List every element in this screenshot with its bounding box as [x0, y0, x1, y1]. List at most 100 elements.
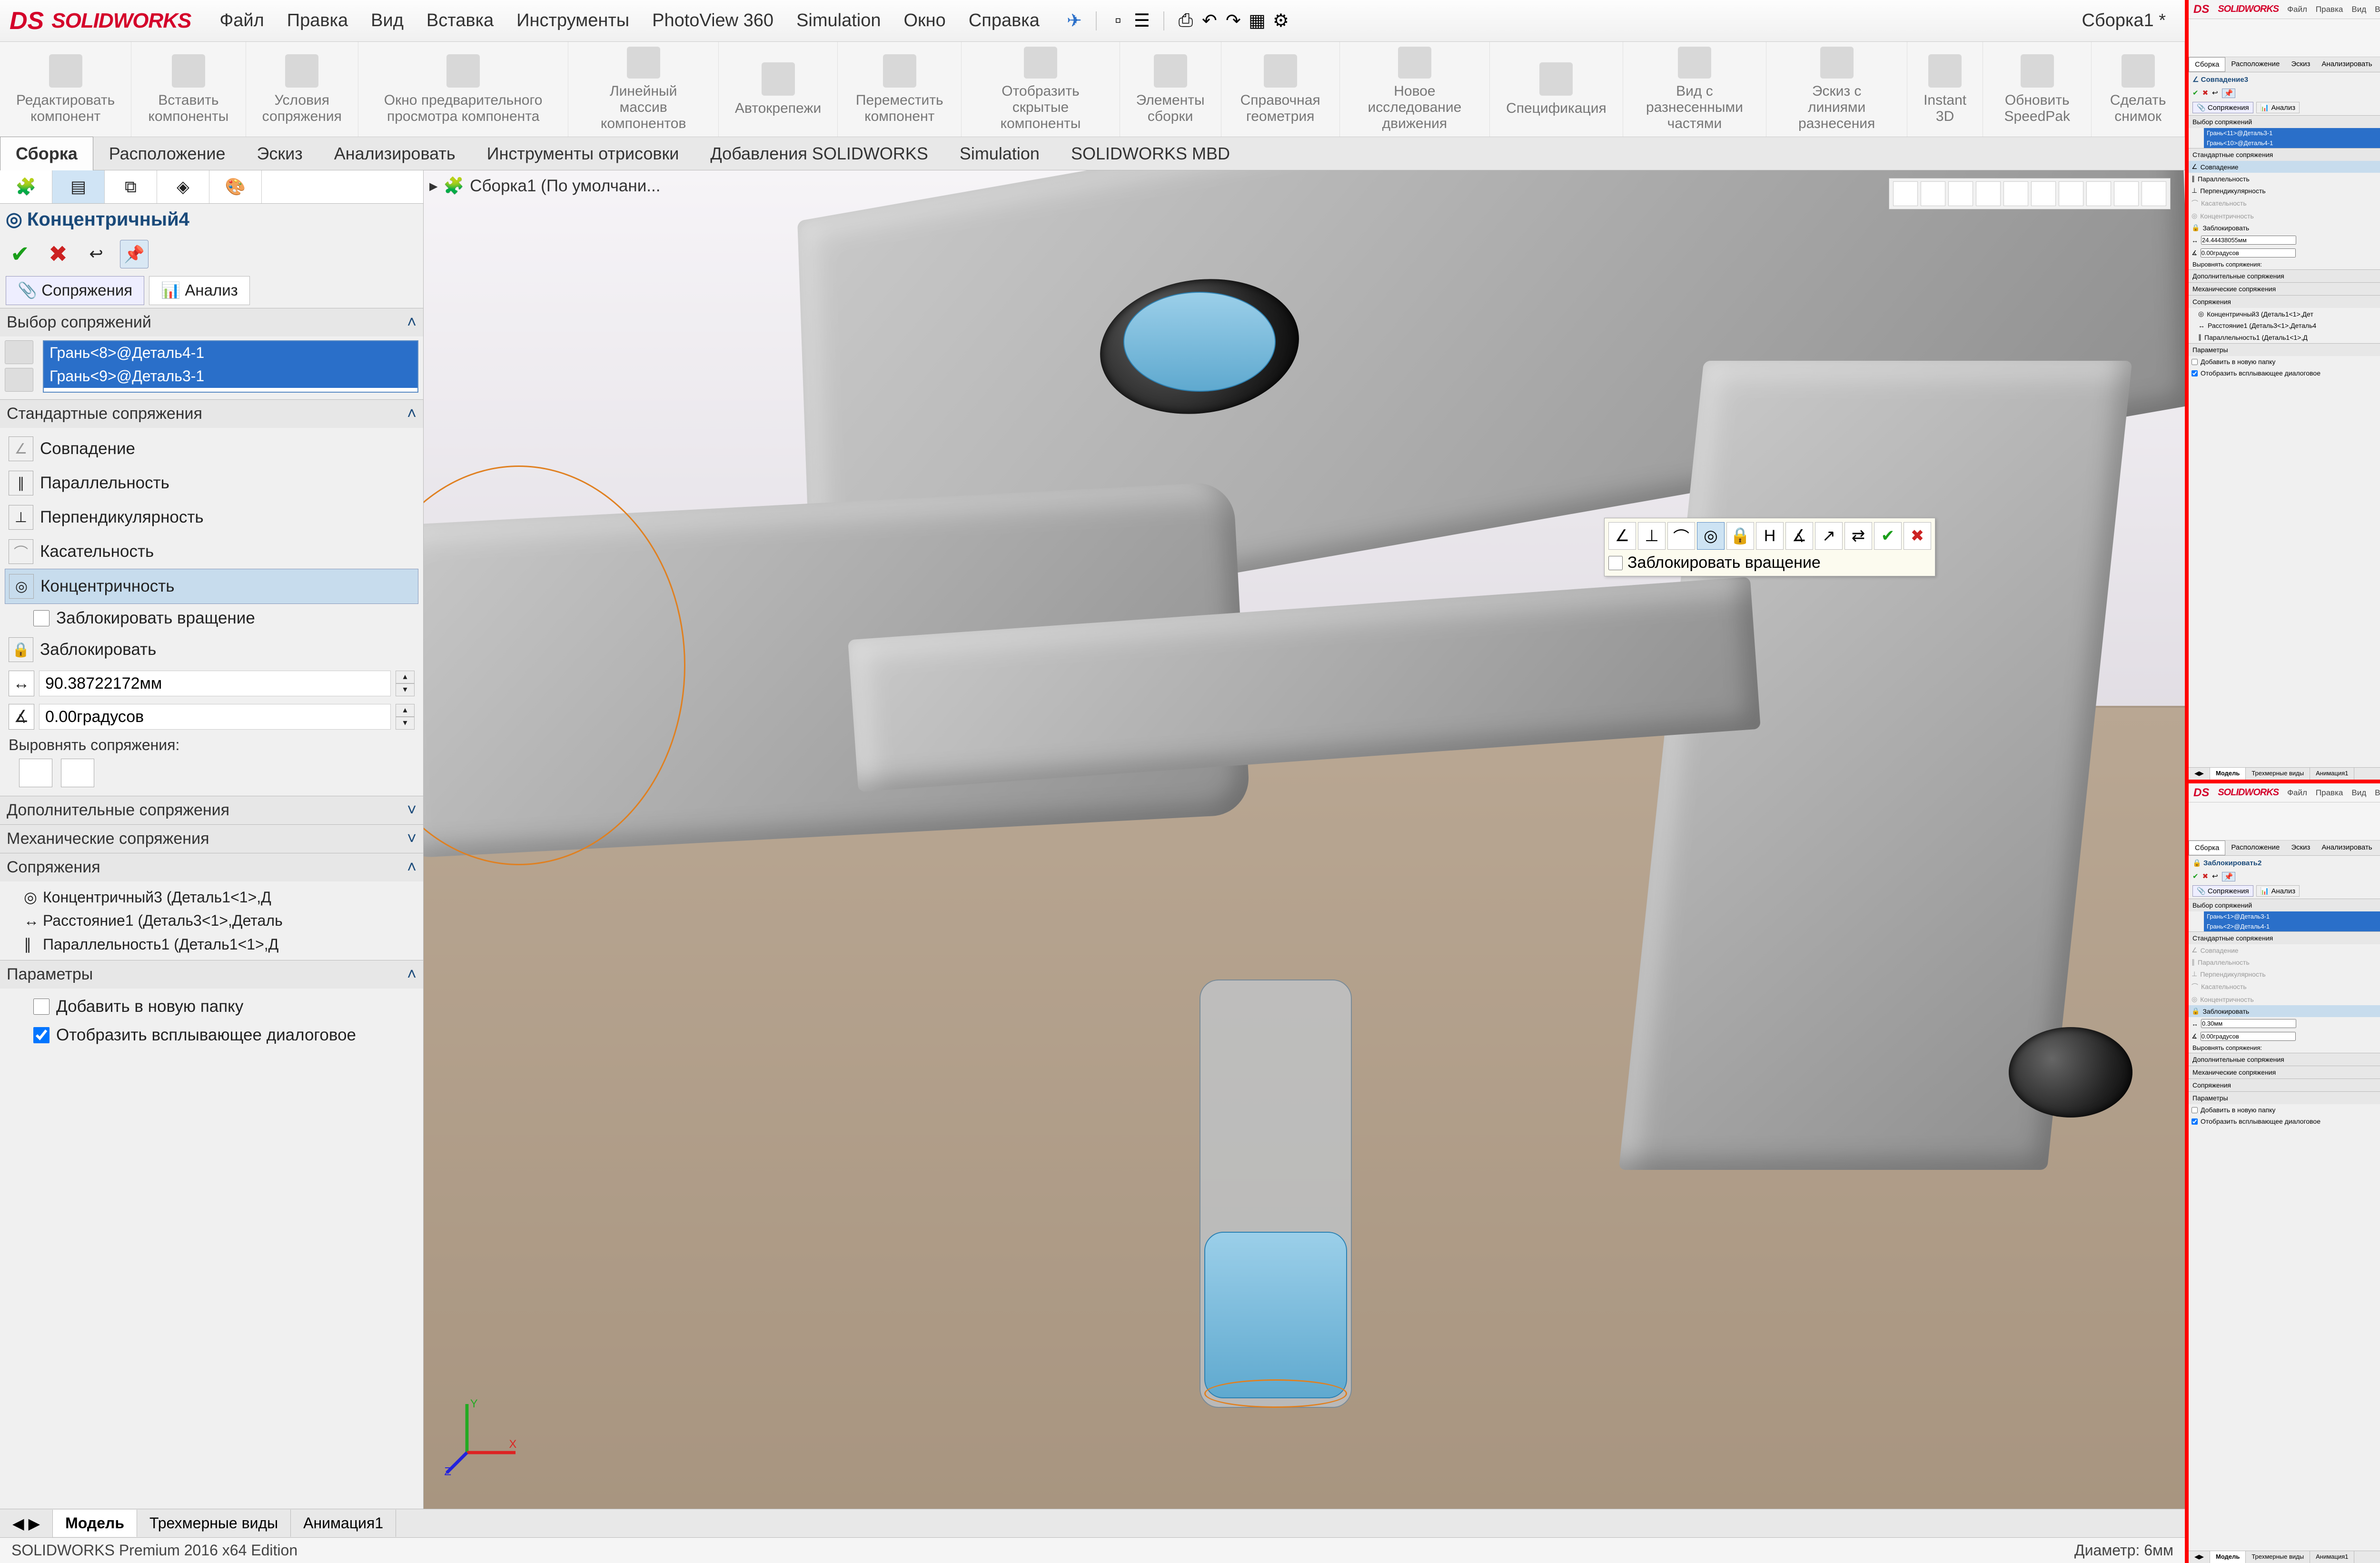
menu-view[interactable]: Вид — [371, 10, 404, 31]
pop-cancel-icon[interactable]: ✖ — [1904, 522, 1931, 550]
sec-advanced-mates[interactable]: Дополнительные сопряжения — [7, 801, 229, 820]
pm-pushpin-button[interactable]: 📌 — [120, 240, 149, 268]
view-triad[interactable]: YXZ — [443, 1396, 524, 1480]
pop-lock-icon[interactable]: 🔒 — [1726, 522, 1754, 550]
pin-icon[interactable]: ✈ — [1062, 9, 1086, 33]
open-icon[interactable]: ☰ — [1130, 9, 1154, 33]
pm-tab-config[interactable]: ⧉ — [105, 170, 157, 203]
mate-tangent[interactable]: ⌒Касательность — [5, 534, 418, 569]
undo-icon[interactable]: ↶ — [1198, 9, 1221, 33]
graphics-viewport[interactable]: ▸ 🧩 Сборка1 (По умолчани... ∠ ⊥ ⌒ — [424, 170, 2185, 1509]
mate-lock[interactable]: 🔒Заблокировать — [5, 633, 418, 667]
param-new-folder[interactable]: Добавить в новую папку — [5, 992, 418, 1021]
menu-simulation[interactable]: Simulation — [796, 10, 881, 31]
menu-file[interactable]: Файл — [219, 10, 264, 31]
param-show-popup[interactable]: Отобразить всплывающее диалоговое — [5, 1021, 418, 1049]
menu-photoview[interactable]: PhotoView 360 — [652, 10, 774, 31]
hide-show-icon[interactable] — [2059, 181, 2083, 206]
pm-tab-property-manager[interactable]: ▤ — [52, 170, 105, 203]
pop-angle-icon[interactable]: ∡ — [1785, 522, 1813, 550]
tab-sketch[interactable]: Эскиз — [241, 137, 318, 171]
tab-evaluate[interactable]: Анализировать — [318, 137, 471, 171]
ribbon-bom[interactable]: Спецификация — [1490, 42, 1623, 137]
ribbon-ref-geom[interactable]: Справочная геометрия — [1221, 42, 1340, 137]
redo-icon[interactable]: ↷ — [1221, 9, 1245, 33]
pm-subtab-mates[interactable]: 📎 Сопряжения — [6, 276, 144, 305]
edit-appearance-icon[interactable] — [2086, 181, 2111, 206]
menu-insert[interactable]: Вставка — [426, 10, 494, 31]
mate-tree-item[interactable]: ↔Расстояние1 (Деталь3<1>,Деталь — [5, 909, 418, 932]
menu-help[interactable]: Справка — [969, 10, 1040, 31]
display-style-icon[interactable] — [2031, 181, 2056, 206]
pm-undo-apply-button[interactable]: ↩ — [82, 240, 110, 268]
sec-mechanical-mates[interactable]: Механические сопряжения — [7, 830, 209, 848]
chevron-down-icon[interactable]: ˅ — [407, 801, 416, 820]
mini-mate-lock[interactable]: 🔒Заблокировать — [2189, 1005, 2380, 1017]
print-icon[interactable]: ⎙ — [1174, 9, 1198, 33]
ribbon-mate[interactable]: Условия сопряжения — [246, 42, 358, 137]
mate-tree-item[interactable]: ∥Параллельность1 (Деталь1<1>,Д — [5, 932, 418, 956]
view-orientation-icon[interactable] — [2003, 181, 2028, 206]
tab-3dviews[interactable]: Трехмерные виды — [137, 1510, 291, 1537]
menu-edit[interactable]: Правка — [287, 10, 348, 31]
menu-window[interactable]: Окно — [904, 10, 946, 31]
pm-subtab-analysis[interactable]: 📊 Анализ — [149, 276, 250, 305]
pop-ok-icon[interactable]: ✔ — [1874, 522, 1902, 550]
pop-tangent-icon[interactable]: ⌒ — [1667, 522, 1695, 550]
mini-tab-assembly[interactable]: Сборка — [2189, 57, 2225, 72]
pop-align-icon[interactable]: ⇄ — [1844, 522, 1872, 550]
spin-down[interactable]: ▾ — [396, 683, 415, 696]
ribbon-exploded-view[interactable]: Вид с разнесенными частями — [1623, 42, 1767, 137]
ribbon-asm-features[interactable]: Элементы сборки — [1120, 42, 1221, 137]
zoom-area-icon[interactable] — [1921, 181, 1945, 206]
pop-lock-rotation[interactable]: Заблокировать вращение — [1608, 550, 1931, 572]
options-icon[interactable]: ⚙ — [1269, 9, 1293, 33]
pm-cancel-button[interactable]: ✖ — [44, 240, 72, 268]
tab-addins[interactable]: Добавления SOLIDWORKS — [694, 137, 943, 171]
ribbon-edit-component[interactable]: Редактировать компонент — [0, 42, 131, 137]
bottom-nav-icon[interactable]: ◀ ▶ — [0, 1510, 53, 1537]
flyout-feature-tree[interactable]: ▸ 🧩 Сборка1 (По умолчани... — [429, 176, 660, 196]
prev-view-icon[interactable] — [1948, 181, 1973, 206]
mate-distance[interactable]: ↔▴▾ — [5, 667, 418, 700]
spin-up[interactable]: ▴ — [396, 671, 415, 683]
ribbon-instant3d[interactable]: Instant 3D — [1907, 42, 1983, 137]
apply-scene-icon[interactable] — [2114, 181, 2139, 206]
mate-concentric[interactable]: ◎Концентричность — [5, 569, 418, 604]
selection-item[interactable]: Грань<8>@Деталь4-1 — [44, 341, 417, 365]
sel-multimate-icon[interactable] — [5, 368, 33, 392]
ribbon-preview-window[interactable]: Окно предварительного просмотра компонен… — [358, 42, 569, 137]
chevron-up-icon[interactable]: ˄ — [407, 858, 416, 877]
tab-model[interactable]: Модель — [53, 1510, 137, 1537]
ribbon-smartfasteners[interactable]: Автокрепежи — [719, 42, 838, 137]
ribbon-move-component[interactable]: Переместить компонент — [838, 42, 962, 137]
mate-coincident[interactable]: ∠Совпадение — [5, 432, 418, 466]
pop-concentric-icon[interactable]: ◎ — [1697, 522, 1725, 550]
distance-field[interactable] — [39, 671, 391, 696]
pm-tab-display[interactable]: ◈ — [157, 170, 209, 203]
chevron-up-icon[interactable]: ˄ — [407, 965, 416, 984]
zoom-fit-icon[interactable] — [1893, 181, 1918, 206]
ribbon-explode-sketch[interactable]: Эскиз с линиями разнесения — [1766, 42, 1907, 137]
menu-tools[interactable]: Инструменты — [516, 10, 629, 31]
chevron-up-icon[interactable]: ˄ — [407, 405, 416, 423]
pop-perpendicular-icon[interactable]: ⊥ — [1638, 522, 1666, 550]
mate-selection-box[interactable]: Грань<8>@Деталь4-1 Грань<9>@Деталь3-1 — [43, 340, 418, 393]
ribbon-linear-pattern[interactable]: Линейный массив компонентов — [568, 42, 719, 137]
mate-parallel[interactable]: ∥Параллельность — [5, 466, 418, 500]
pop-flip-icon[interactable]: ↗ — [1815, 522, 1843, 550]
pm-tab-appearances[interactable]: 🎨 — [209, 170, 262, 203]
view-settings-icon[interactable] — [2142, 181, 2166, 206]
select-icon[interactable]: ▦ — [1245, 9, 1269, 33]
mini-mate-coincident[interactable]: ∠Совпадение — [2189, 161, 2380, 173]
ribbon-insert-components[interactable]: Вставить компоненты — [131, 42, 246, 137]
ribbon-speedpak[interactable]: Обновить SpeedPak — [1983, 42, 2092, 137]
spin-down[interactable]: ▾ — [396, 717, 415, 730]
tab-animation[interactable]: Анимация1 — [291, 1510, 396, 1537]
align-opposite-button[interactable] — [61, 759, 94, 787]
pop-coincident-icon[interactable]: ∠ — [1608, 522, 1636, 550]
angle-field[interactable] — [39, 704, 391, 730]
tab-layout[interactable]: Расположение — [93, 137, 241, 171]
new-doc-icon[interactable]: ▫ — [1106, 9, 1130, 33]
mate-tree-item[interactable]: ◎Концентричный3 (Деталь1<1>,Д — [5, 885, 418, 909]
